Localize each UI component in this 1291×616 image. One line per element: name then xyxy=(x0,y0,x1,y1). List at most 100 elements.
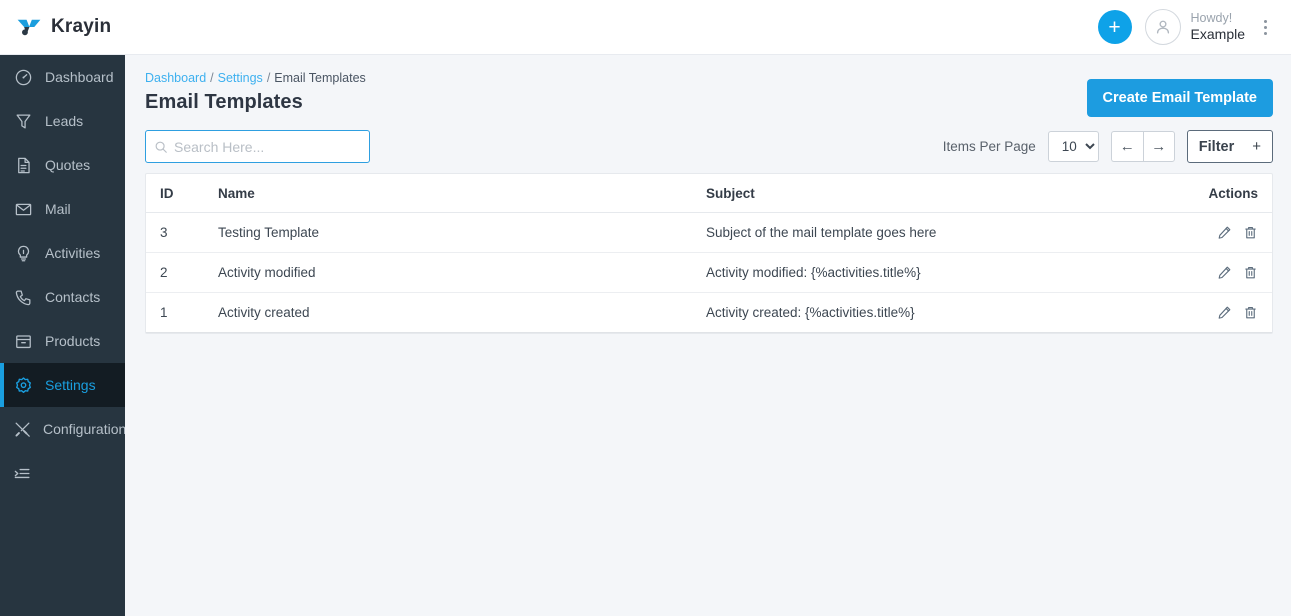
brand-name: Krayin xyxy=(51,16,112,37)
sidebar-item-label: Dashboard xyxy=(45,69,114,85)
kebab-dot xyxy=(1264,31,1267,35)
archive-icon xyxy=(13,331,34,352)
sidebar-item-products[interactable]: Products xyxy=(0,319,125,363)
user-menu[interactable]: Howdy! Example xyxy=(1144,9,1245,45)
gauge-icon xyxy=(13,67,34,88)
breadcrumb-link-dashboard[interactable]: Dashboard xyxy=(145,71,206,85)
avatar xyxy=(1144,9,1181,45)
row-actions xyxy=(1162,225,1258,240)
cell-name: Activity modified xyxy=(218,252,706,293)
cell-id: 3 xyxy=(146,212,218,253)
sidebar-item-label: Settings xyxy=(45,377,96,393)
delete-icon[interactable] xyxy=(1243,225,1258,240)
edit-icon[interactable] xyxy=(1217,305,1232,320)
sidebar-item-settings[interactable]: Settings xyxy=(0,363,125,407)
breadcrumb-separator: / xyxy=(266,71,271,85)
search-box[interactable] xyxy=(145,130,370,163)
table-head: ID Name Subject Actions xyxy=(146,174,1272,213)
breadcrumb-link-settings[interactable]: Settings xyxy=(218,71,263,85)
sidebar-item-label: Mail xyxy=(45,201,71,217)
sidebar-item-label: Products xyxy=(45,333,101,349)
search-input[interactable] xyxy=(174,138,361,155)
sidebar-item-mail[interactable]: Mail xyxy=(0,187,125,231)
brand[interactable]: Krayin xyxy=(16,14,111,40)
table-row[interactable]: 1 Activity created Activity created: {%a… xyxy=(146,292,1272,333)
main-content: Dashboard / Settings / Email Templates Email… xyxy=(125,55,1291,616)
sidebar-item-contacts[interactable]: Contacts xyxy=(0,275,125,319)
column-header-actions: Actions xyxy=(1162,174,1272,213)
sidebar-item-dashboard[interactable]: Dashboard xyxy=(0,55,125,99)
document-icon xyxy=(13,155,34,176)
search-icon xyxy=(155,141,167,153)
previous-page-button[interactable]: ← xyxy=(1110,131,1143,162)
user-text: Howdy! Example xyxy=(1191,11,1245,43)
cell-actions xyxy=(1162,252,1272,293)
breadcrumb-separator: / xyxy=(210,71,214,85)
table-row[interactable]: 3 Testing Template Subject of the mail t… xyxy=(146,212,1272,253)
tools-icon xyxy=(13,419,32,440)
table-header-row: ID Name Subject Actions xyxy=(146,174,1272,213)
next-page-button[interactable]: → xyxy=(1142,131,1175,162)
more-options-icon[interactable] xyxy=(1258,16,1273,39)
breadcrumb: Dashboard / Settings / Email Templates xyxy=(145,71,366,85)
items-per-page-select[interactable]: 10 xyxy=(1047,131,1099,162)
edit-icon[interactable] xyxy=(1217,225,1232,240)
phone-icon xyxy=(13,287,34,308)
sidebar-item-label: Leads xyxy=(45,113,84,129)
funnel-icon xyxy=(13,111,34,132)
lightbulb-icon xyxy=(13,243,34,264)
sidebar-item-label: Configuration xyxy=(43,421,127,437)
table-toolbar: Items Per Page 10 ← → Filter + xyxy=(145,130,1273,163)
table-row[interactable]: 2 Activity modified Activity modified: {… xyxy=(146,252,1272,293)
user-name-label: Example xyxy=(1190,26,1245,43)
sidebar-item-leads[interactable]: Leads xyxy=(0,99,125,143)
column-header-name[interactable]: Name xyxy=(218,174,706,213)
sidebar-item-label: Quotes xyxy=(45,157,91,173)
cell-actions xyxy=(1162,212,1272,253)
kebab-dot xyxy=(1264,19,1267,23)
table: ID Name Subject Actions 3 Testing Templa… xyxy=(146,174,1272,333)
table-body: 3 Testing Template Subject of the mail t… xyxy=(146,212,1272,333)
top-bar-right: + Howdy! Example xyxy=(1097,9,1273,45)
filter-button[interactable]: Filter + xyxy=(1186,130,1273,163)
plus-icon: + xyxy=(1252,138,1261,155)
page-header: Dashboard / Settings / Email Templates Email… xyxy=(145,71,1273,117)
add-button[interactable]: + xyxy=(1097,10,1132,44)
pagination-controls: ← → xyxy=(1110,131,1175,162)
envelope-icon xyxy=(13,199,34,220)
toolbar-right: Items Per Page 10 ← → Filter + xyxy=(943,130,1273,163)
column-header-id[interactable]: ID xyxy=(146,174,218,213)
row-actions xyxy=(1162,265,1258,280)
cell-name: Activity created xyxy=(218,292,706,333)
delete-icon[interactable] xyxy=(1243,305,1258,320)
row-actions xyxy=(1162,305,1258,320)
greeting-label: Howdy! xyxy=(1190,11,1233,26)
kebab-dot xyxy=(1264,25,1267,29)
email-templates-table: ID Name Subject Actions 3 Testing Templa… xyxy=(145,173,1273,334)
page-header-left: Dashboard / Settings / Email Templates Email… xyxy=(145,71,366,114)
sidebar-item-label: Activities xyxy=(45,245,101,261)
gear-icon xyxy=(13,375,34,396)
sidebar-item-configuration[interactable]: Configuration xyxy=(0,407,127,451)
column-header-subject[interactable]: Subject xyxy=(706,174,1162,213)
sidebar: Dashboard Leads Quotes Mail Activities C… xyxy=(0,55,127,616)
app-shell: Dashboard Leads Quotes Mail Activities C… xyxy=(0,55,1291,616)
top-bar: Krayin + Howdy! Example xyxy=(0,0,1291,55)
collapse-sidebar-icon[interactable] xyxy=(0,451,125,495)
sidebar-item-label: Contacts xyxy=(45,289,101,305)
sidebar-item-quotes[interactable]: Quotes xyxy=(0,143,125,187)
items-per-page-label: Items Per Page xyxy=(942,139,1036,154)
cell-name: Testing Template xyxy=(218,212,706,253)
breadcrumb-current: Email Templates xyxy=(274,71,366,85)
krayin-logo-icon xyxy=(17,19,41,36)
sidebar-item-activities[interactable]: Activities xyxy=(0,231,125,275)
cell-id: 1 xyxy=(146,292,218,333)
edit-icon[interactable] xyxy=(1217,265,1232,280)
filter-button-label: Filter xyxy=(1198,138,1235,155)
cell-subject: Activity created: {%activities.title%} xyxy=(706,292,1162,333)
cell-subject: Subject of the mail template goes here xyxy=(706,212,1162,253)
cell-id: 2 xyxy=(146,252,218,293)
cell-subject: Activity modified: {%activities.title%} xyxy=(706,252,1162,293)
delete-icon[interactable] xyxy=(1243,265,1258,280)
create-email-template-button[interactable]: Create Email Template xyxy=(1086,79,1273,117)
